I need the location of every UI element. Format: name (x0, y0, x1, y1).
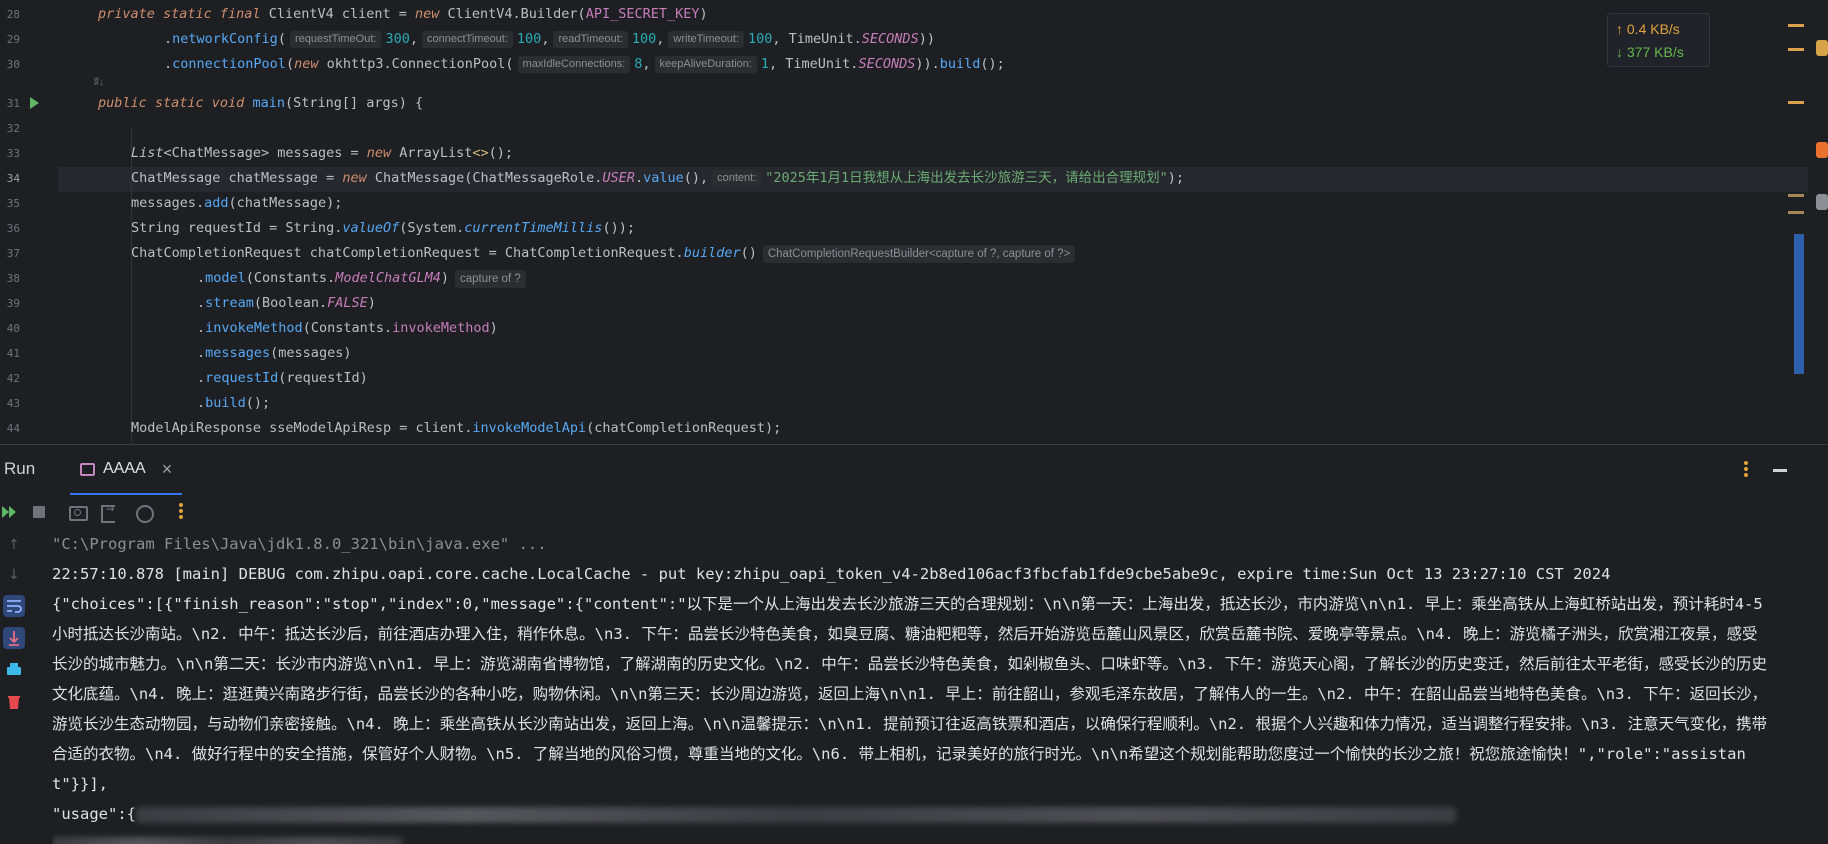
exit-icon[interactable] (100, 501, 118, 523)
line-number: 30 (6, 58, 20, 71)
type-hint: ChatCompletionRequestBuilder<capture of … (762, 245, 1076, 263)
soft-wrap-icon[interactable] (3, 595, 25, 617)
param-hint: keepAliveDuration: (654, 56, 757, 73)
run-main-gutter-icon[interactable] (30, 97, 39, 109)
code-line-33[interactable]: List<ChatMessage> messages = new ArrayLi… (131, 141, 513, 166)
error-stripe-marker[interactable] (1788, 101, 1804, 104)
code-line-40[interactable]: .invokeMethod(Constants.invokeMethod) (197, 316, 498, 341)
network-speed-widget: ↑ 0.4 KB/s ↓ 377 KB/s (1607, 13, 1710, 67)
console-response-text: {"choices":[{"finish_reason":"stop","ind… (52, 595, 1768, 793)
run-tab-aaaa[interactable]: AAAA × (70, 445, 183, 495)
code-line-37[interactable]: ChatCompletionRequest chatCompletionRequ… (131, 241, 1076, 266)
code-line-39[interactable]: .stream(Boolean.FALSE) (197, 291, 376, 316)
settings-icon[interactable] (134, 503, 154, 523)
code-line-31[interactable]: public static void main(String[] args) { (98, 91, 423, 116)
param-hint: writeTimeout: (668, 31, 744, 48)
trash-icon[interactable] (3, 691, 25, 713)
more-actions-icon[interactable] (172, 503, 190, 521)
close-icon[interactable]: × (162, 460, 173, 478)
param-hint: connectTimeout: (422, 31, 513, 48)
redacted-content (136, 806, 1456, 823)
run-toolbar (0, 495, 1828, 529)
line-number: 31 (6, 97, 20, 110)
run-title: Run (4, 459, 36, 478)
code-line-38[interactable]: .model(Constants.ModelChatGLM4) capture o… (197, 266, 526, 291)
code-line-42[interactable]: .requestId(requestId) (197, 366, 368, 391)
line-number: 43 (6, 397, 20, 410)
redacted-content (52, 836, 402, 844)
up-arrow-icon[interactable]: ↑ (8, 537, 20, 553)
line-number: 35 (6, 197, 20, 210)
minimize-icon[interactable] (1773, 469, 1787, 472)
console-redacted-line (52, 829, 1772, 844)
console-command-line: "C:\Program Files\Java\jdk1.8.0_321\bin\… (52, 535, 547, 553)
type-hint: capture of ? (455, 270, 526, 288)
code-line-35[interactable]: messages.add(chatMessage); (131, 191, 342, 216)
upload-speed: ↑ 0.4 KB/s (1616, 21, 1680, 37)
line-number-gutter: 28 29 30 31 32 33 34 35 36 37 38 39 40 4… (0, 0, 58, 444)
line-number: 34 (6, 172, 20, 185)
editor-scrollbar-thumb[interactable] (1794, 234, 1804, 374)
line-number: 44 (6, 422, 20, 435)
console-output[interactable]: "C:\Program Files\Java\jdk1.8.0_321\bin\… (52, 529, 1772, 844)
code-line-29[interactable]: .networkConfig(requestTimeOut: 300, connec… (164, 27, 935, 52)
tab-label: AAAA (103, 460, 146, 477)
line-number: 29 (6, 33, 20, 46)
plugin-icon[interactable] (1816, 142, 1828, 158)
code-line-34[interactable]: ChatMessage chatMessage = new ChatMessag… (131, 166, 1184, 191)
line-number: 28 (6, 8, 20, 21)
param-hint: maxIdleConnections: (517, 56, 631, 73)
code-line-28[interactable]: private static final ClientV4 client = n… (98, 2, 708, 27)
param-hint: content: (712, 170, 762, 187)
plugin-icon[interactable] (1816, 40, 1828, 56)
run-config-icon (80, 462, 95, 476)
line-number: 37 (6, 247, 20, 260)
more-options-icon[interactable] (1744, 461, 1748, 477)
console-debug-line: 22:57:10.878 [main] DEBUG com.zhipu.oapi… (52, 565, 1611, 583)
plugin-icon[interactable] (1816, 194, 1828, 210)
line-number: 36 (6, 222, 20, 235)
line-number: 39 (6, 297, 20, 310)
line-number: 33 (6, 147, 20, 160)
console-side-toolbar: ↑ ↓ (0, 529, 30, 844)
param-hint: requestTimeOut: (289, 31, 382, 48)
console-usage-line: "usage":{ (52, 799, 1772, 829)
line-number: 41 (6, 347, 20, 360)
error-stripe-marker[interactable] (1788, 194, 1804, 197)
scroll-to-end-icon[interactable] (3, 627, 25, 649)
camera-icon[interactable] (68, 503, 88, 521)
run-header: Run AAAA × (0, 445, 1828, 495)
line-number: 40 (6, 322, 20, 335)
code-line-43[interactable]: .build(); (197, 391, 270, 416)
generic-marker: ʬ↓ (94, 77, 104, 88)
down-arrow-icon[interactable]: ↓ (8, 567, 20, 583)
error-stripe-marker[interactable] (1788, 24, 1804, 27)
line-number: 32 (6, 122, 20, 135)
rerun-icon[interactable] (2, 503, 20, 521)
stop-icon[interactable] (30, 503, 48, 521)
error-stripe-marker[interactable] (1788, 211, 1804, 214)
run-tool-window: Run AAAA × ↑ ↓ "C:\Program Fil (0, 444, 1828, 844)
code-editor[interactable]: 28 29 30 31 32 33 34 35 36 37 38 39 40 4… (0, 0, 1828, 444)
line-number: 38 (6, 272, 20, 285)
line-number: 42 (6, 372, 20, 385)
print-icon[interactable] (3, 659, 25, 681)
code-line-30[interactable]: .connectionPool(new okhttp3.ConnectionPo… (164, 52, 1005, 77)
code-line-44[interactable]: ModelApiResponse sseModelApiResp = clien… (131, 416, 781, 441)
param-hint: readTimeout: (553, 31, 628, 48)
code-line-36[interactable]: String requestId = String.valueOf(System… (131, 216, 635, 241)
error-stripe-marker[interactable] (1788, 48, 1804, 51)
download-speed: ↓ 377 KB/s (1616, 44, 1684, 60)
code-line-41[interactable]: .messages(messages) (197, 341, 351, 366)
